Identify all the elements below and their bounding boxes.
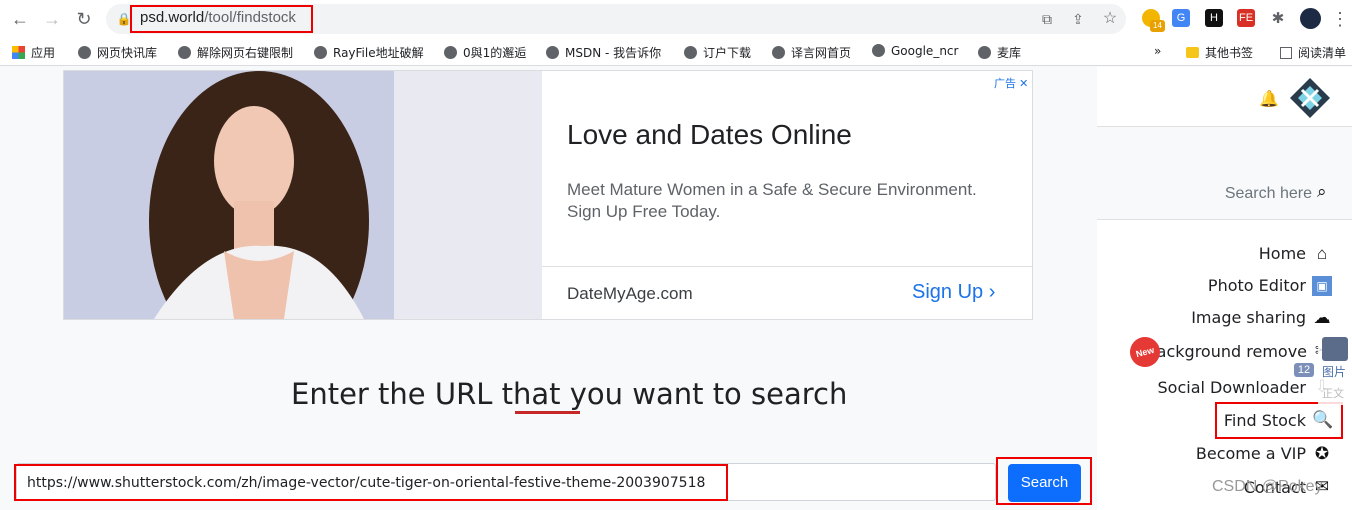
- ad-cta-label: Sign Up: [912, 281, 984, 303]
- back-arrow-icon[interactable]: ←: [10, 9, 30, 29]
- reload-icon[interactable]: ↻: [74, 9, 94, 29]
- bookmark-label: 订户下载: [703, 46, 752, 60]
- bookmark-label: 麦库: [997, 46, 1022, 60]
- menu-dots-icon[interactable]: ⋮: [1330, 9, 1350, 29]
- ad-title[interactable]: Love and Dates Online: [567, 119, 852, 151]
- bookmark-label: 网页快讯库: [97, 46, 158, 60]
- sidebar-item-photo-editor[interactable]: Photo Editor: [1208, 276, 1306, 295]
- heading-annotation-underline: [515, 411, 580, 414]
- extension-fe-icon[interactable]: FE: [1237, 9, 1255, 27]
- ad-body: Meet Mature Women in a Safe & Secure Env…: [567, 180, 977, 221]
- bookmarks-overflow-chevron-icon[interactable]: »: [1154, 44, 1161, 58]
- medal-icon: ✪: [1314, 444, 1330, 463]
- bird-icon: [1322, 337, 1348, 361]
- forward-arrow-icon[interactable]: →: [42, 9, 62, 29]
- bookmark-item[interactable]: 订户下载: [684, 44, 751, 61]
- translate-icon[interactable]: ⧉: [1037, 9, 1057, 29]
- bookmark-item[interactable]: MSDN - 我告诉你: [546, 44, 661, 61]
- sidebar-search[interactable]: Search here ⌕: [1097, 127, 1352, 220]
- cloud-upload-icon: ☁: [1313, 308, 1331, 327]
- bookmark-item[interactable]: 0與1的邂逅: [444, 44, 526, 61]
- ad-choices-badge[interactable]: 广告 ✕: [994, 75, 1028, 91]
- sidebar-item-home[interactable]: Home: [1259, 244, 1306, 263]
- bookmark-item[interactable]: Google_ncr: [872, 44, 958, 58]
- globe-icon: [684, 46, 697, 59]
- profile-avatar[interactable]: [1300, 8, 1321, 29]
- globe-icon: [772, 46, 785, 59]
- bookmark-item[interactable]: 译言网首页: [772, 44, 851, 61]
- bookmark-label: 应用: [31, 46, 56, 60]
- share-icon[interactable]: ⇪: [1068, 9, 1088, 29]
- globe-icon: [444, 46, 457, 59]
- sidebar-item-become-vip[interactable]: Become a VIP: [1196, 444, 1306, 463]
- watermark: CSDN @Pokey: [1212, 478, 1323, 495]
- page-content: 广告 ✕ Love and Dates Online Meet Mature W…: [0, 67, 1352, 510]
- sidebar-item-image-sharing[interactable]: Image sharing: [1191, 308, 1306, 327]
- magnifier-icon: 🔍: [1312, 410, 1334, 429]
- floating-label-image: 图片: [1322, 365, 1347, 379]
- ad-domain: DateMyAge.com: [567, 284, 693, 303]
- globe-icon: [178, 46, 191, 59]
- ad-close-icon[interactable]: ✕: [1019, 78, 1028, 90]
- search-button-highlight-box: [996, 457, 1092, 505]
- site-logo[interactable]: [1290, 78, 1330, 118]
- floating-count-badge: 12: [1294, 363, 1314, 377]
- new-badge: New: [1126, 333, 1164, 371]
- bookmark-label: 解除网页右键限制: [197, 46, 294, 60]
- bell-icon[interactable]: 🔔: [1259, 89, 1279, 109]
- bookmark-label: 阅读清单: [1298, 46, 1347, 60]
- star-bookmark-icon[interactable]: ☆: [1100, 9, 1120, 29]
- advertisement[interactable]: 广告 ✕ Love and Dates Online Meet Mature W…: [63, 70, 1033, 320]
- globe-icon: [78, 46, 91, 59]
- input-highlight-box: [14, 464, 728, 501]
- extension-h-icon[interactable]: H: [1205, 9, 1223, 27]
- chevron-right-icon: ›: [988, 281, 996, 303]
- sidebar-search-label: Search here: [1224, 185, 1312, 202]
- globe-icon: [872, 44, 885, 57]
- globe-icon: [314, 46, 327, 59]
- bookmark-label: 其他书签: [1205, 46, 1254, 60]
- bookmarks-bar: 应用 网页快讯库 解除网页右键限制 RayFile地址破解 0與1的邂逅 MSD…: [0, 38, 1352, 66]
- globe-icon: [978, 46, 991, 59]
- bookmark-label: 译言网首页: [791, 46, 852, 60]
- ad-sign-up-link[interactable]: Sign Up ›: [912, 281, 995, 304]
- sidebar-item-background-remove[interactable]: Background remove: [1146, 342, 1307, 361]
- bookmark-item[interactable]: RayFile地址破解: [314, 44, 424, 61]
- bookmark-item[interactable]: 网页快讯库: [78, 44, 157, 61]
- ad-badge-label: 广告: [994, 78, 1016, 90]
- photo-editor-icon: ▣: [1312, 276, 1332, 296]
- apps-grid-icon: [12, 46, 25, 59]
- ad-photo: [64, 71, 542, 319]
- bookmark-label: RayFile地址破解: [333, 46, 424, 60]
- browser-toolbar: ← → ↻ 🔒 psd.world/tool/findstock ⧉ ⇪ ☆ 1…: [0, 0, 1352, 38]
- extensions-puzzle-icon[interactable]: ✱: [1268, 9, 1288, 29]
- sidebar-header: 🔔: [1097, 67, 1352, 127]
- bookmark-apps[interactable]: 应用: [12, 44, 55, 61]
- folder-icon: [1186, 47, 1199, 58]
- url-highlight-box: [130, 5, 313, 33]
- extension-badge: 14: [1150, 20, 1165, 32]
- page-heading: Enter the URL that you want to search: [291, 377, 848, 411]
- search-icon[interactable]: ⌕: [1317, 182, 1327, 202]
- floating-label-text: 正文: [1322, 387, 1344, 400]
- bookmark-item[interactable]: 解除网页右键限制: [178, 44, 293, 61]
- bookmark-other[interactable]: 其他书签: [1186, 44, 1253, 61]
- home-icon: ⌂: [1316, 244, 1328, 263]
- bookmark-label: Google_ncr: [891, 44, 959, 58]
- globe-icon: [546, 46, 559, 59]
- floating-image-widget[interactable]: 12 图片 正文: [1294, 335, 1352, 405]
- ad-divider: [542, 266, 1032, 267]
- google-translate-icon[interactable]: G: [1172, 9, 1190, 27]
- bookmark-reading-list[interactable]: 阅读清单: [1280, 44, 1346, 61]
- bookmark-label: MSDN - 我告诉你: [565, 46, 662, 60]
- bookmark-item[interactable]: 麦库: [978, 44, 1021, 61]
- reading-list-icon: [1280, 47, 1292, 59]
- bookmark-label: 0與1的邂逅: [463, 46, 527, 60]
- sidebar-item-social-downloader[interactable]: Social Downloader: [1158, 378, 1306, 397]
- ad-woman-image: [64, 71, 542, 319]
